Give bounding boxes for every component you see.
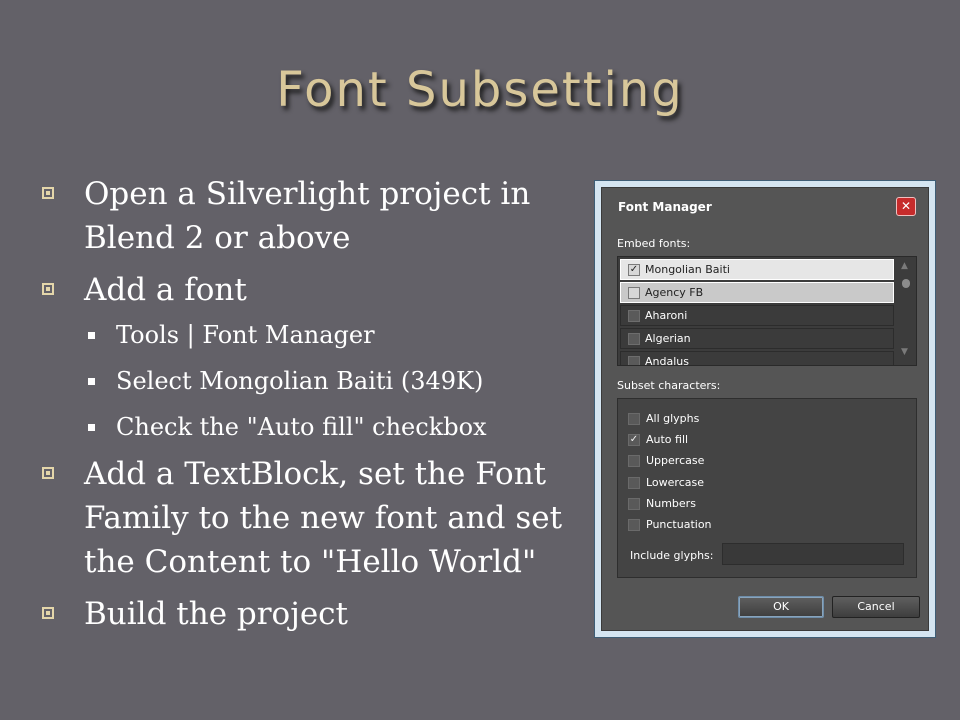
option-label: Numbers (646, 497, 696, 510)
include-glyphs-input[interactable] (722, 543, 904, 565)
font-name: Agency FB (645, 286, 704, 299)
checkbox[interactable]: ✓ (628, 434, 640, 446)
square-bullet-icon (88, 424, 95, 431)
include-glyphs-label: Include glyphs: (630, 549, 714, 562)
font-item-algerian[interactable]: Algerian (620, 328, 894, 349)
dialog-body: Font Manager ✕ Embed fonts: ✓ Mongolian … (601, 187, 929, 631)
checkbox[interactable] (628, 413, 640, 425)
checkbox[interactable] (628, 498, 640, 510)
sub-bullet-text: Select Mongolian Baiti (349K) (116, 367, 484, 395)
box-bullet-icon (42, 187, 54, 199)
scroll-thumb[interactable] (902, 279, 910, 288)
sub-bullet-item: Tools | Font Manager (38, 320, 578, 350)
bullet-item: Add a TextBlock, set the Font Family to … (38, 452, 578, 584)
font-item-mongolian-baiti[interactable]: ✓ Mongolian Baiti (620, 259, 894, 280)
option-auto-fill[interactable]: ✓ Auto fill (628, 432, 688, 450)
dialog-title: Font Manager (618, 200, 712, 214)
option-label: Punctuation (646, 518, 712, 531)
font-item-aharoni[interactable]: Aharoni (620, 305, 894, 326)
sub-bullet-text: Tools | Font Manager (116, 321, 375, 349)
bullet-list: Open a Silverlight project in Blend 2 or… (38, 172, 578, 644)
bullet-item: Open a Silverlight project in Blend 2 or… (38, 172, 578, 260)
font-manager-dialog: Font Manager ✕ Embed fonts: ✓ Mongolian … (594, 180, 936, 638)
ok-button[interactable]: OK (738, 596, 824, 618)
bullet-text: Add a TextBlock, set the Font Family to … (84, 456, 563, 580)
close-icon[interactable]: ✕ (896, 197, 916, 216)
option-punctuation[interactable]: Punctuation (628, 517, 712, 535)
square-bullet-icon (88, 378, 95, 385)
box-bullet-icon (42, 607, 54, 619)
font-item-agency-fb[interactable]: Agency FB (620, 282, 894, 303)
font-checkbox[interactable] (628, 287, 640, 299)
checkbox[interactable] (628, 455, 640, 467)
embed-fonts-list[interactable]: ✓ Mongolian Baiti Agency FB Aharoni Alge… (617, 256, 917, 366)
option-label: All glyphs (646, 412, 700, 425)
sub-bullet-text: Check the "Auto fill" checkbox (116, 413, 487, 441)
font-checkbox[interactable]: ✓ (628, 264, 640, 276)
scroll-up-arrow-icon[interactable]: ▲ (901, 261, 908, 271)
option-uppercase[interactable]: Uppercase (628, 453, 704, 471)
option-all-glyphs[interactable]: All glyphs (628, 411, 699, 429)
checkbox[interactable] (628, 519, 640, 531)
font-checkbox[interactable] (628, 356, 640, 365)
font-checkbox[interactable] (628, 333, 640, 345)
cancel-button[interactable]: Cancel (832, 596, 920, 618)
checkbox[interactable] (628, 477, 640, 489)
bullet-item: Add a font (38, 268, 578, 312)
sub-bullet-item: Select Mongolian Baiti (349K) (38, 366, 578, 396)
font-name: Algerian (645, 332, 691, 345)
scroll-down-arrow-icon[interactable]: ▼ (901, 347, 908, 357)
option-numbers[interactable]: Numbers (628, 496, 696, 514)
embed-fonts-label: Embed fonts: (617, 237, 691, 250)
font-checkbox[interactable] (628, 310, 640, 322)
option-label: Uppercase (646, 454, 705, 467)
square-bullet-icon (88, 332, 95, 339)
bullet-text: Build the project (84, 596, 348, 632)
option-label: Lowercase (646, 476, 704, 489)
font-name: Aharoni (645, 309, 688, 322)
slide-title: Font Subsetting (276, 62, 684, 118)
box-bullet-icon (42, 467, 54, 479)
bullet-item: Build the project (38, 592, 578, 636)
font-item-andalus[interactable]: Andalus (620, 351, 894, 366)
font-list-scrollbar[interactable]: ▲ ▼ (898, 259, 914, 363)
box-bullet-icon (42, 283, 54, 295)
option-label: Auto fill (646, 433, 689, 446)
font-name: Andalus (645, 355, 689, 366)
option-lowercase[interactable]: Lowercase (628, 475, 704, 493)
bullet-text: Open a Silverlight project in Blend 2 or… (84, 176, 531, 256)
subset-characters-label: Subset characters: (617, 379, 721, 392)
bullet-text: Add a font (84, 272, 247, 308)
subset-characters-panel: All glyphs ✓ Auto fill Uppercase Lowerca… (617, 398, 917, 578)
sub-bullet-item: Check the "Auto fill" checkbox (38, 412, 578, 442)
font-name: Mongolian Baiti (645, 263, 730, 276)
